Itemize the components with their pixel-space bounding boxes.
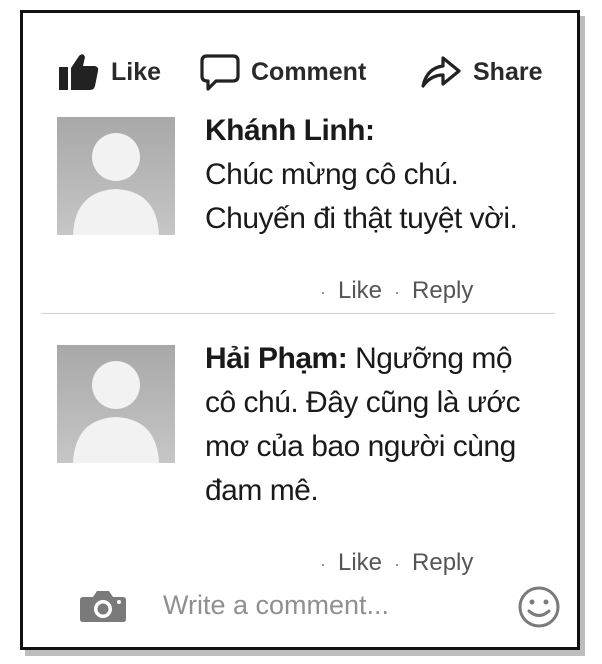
separator-dot: · xyxy=(394,554,401,574)
comment-line: Chuyến đi thật tuyệt vời. xyxy=(205,202,518,235)
speech-bubble-icon xyxy=(200,54,240,91)
comment-body: Khánh Linh: Chúc mừng cô chú. Chuyến đi … xyxy=(205,109,565,241)
comment-line: cô chú. Đây cũng là ước xyxy=(205,386,521,419)
comment-composer xyxy=(23,581,577,629)
comment-line: đam mê. xyxy=(205,474,319,507)
comment-body: Hải Phạm: Ngưỡng mộ cô chú. Đây cũng là … xyxy=(205,337,565,513)
separator-dot: · xyxy=(320,282,326,302)
share-action-label: Share xyxy=(473,57,543,86)
avatar[interactable] xyxy=(57,345,175,463)
smiley-icon[interactable] xyxy=(517,585,561,629)
share-action-button[interactable]: Share xyxy=(419,49,542,95)
separator-dot: · xyxy=(320,554,326,574)
share-arrow-icon xyxy=(421,56,461,88)
default-user-icon xyxy=(73,133,159,235)
camera-icon[interactable] xyxy=(79,589,127,623)
comment-meta: · Like · Reply xyxy=(308,277,473,305)
comment-meta: · Like · Reply xyxy=(308,549,473,577)
comment-action-button[interactable]: Comment xyxy=(199,49,366,95)
avatar[interactable] xyxy=(57,117,175,235)
like-action-button[interactable]: Like xyxy=(57,49,161,95)
comment-card: Like Comment Share Khánh Linh: Chúc mừng… xyxy=(20,10,580,650)
comment-author[interactable]: Khánh Linh: xyxy=(205,114,375,147)
thumbs-up-icon xyxy=(59,54,99,90)
comment-line: Chúc mừng cô chú. xyxy=(205,158,459,191)
default-user-icon xyxy=(73,361,159,463)
comment-like-link[interactable]: Like xyxy=(338,549,382,576)
comment-divider xyxy=(41,313,555,314)
comment-input[interactable] xyxy=(163,587,503,623)
comment-reply-link[interactable]: Reply xyxy=(412,549,473,576)
comment-line: mơ của bao người cùng xyxy=(205,430,516,463)
comment-author[interactable]: Hải Phạm: xyxy=(205,342,348,375)
like-action-label: Like xyxy=(111,57,162,86)
comment-reply-link[interactable]: Reply xyxy=(412,277,473,304)
post-action-bar: Like Comment Share xyxy=(23,49,577,95)
comment-line: Ngưỡng mộ xyxy=(355,342,513,375)
separator-dot: · xyxy=(394,282,401,302)
comment-like-link[interactable]: Like xyxy=(338,277,382,304)
comment-action-label: Comment xyxy=(251,57,367,86)
